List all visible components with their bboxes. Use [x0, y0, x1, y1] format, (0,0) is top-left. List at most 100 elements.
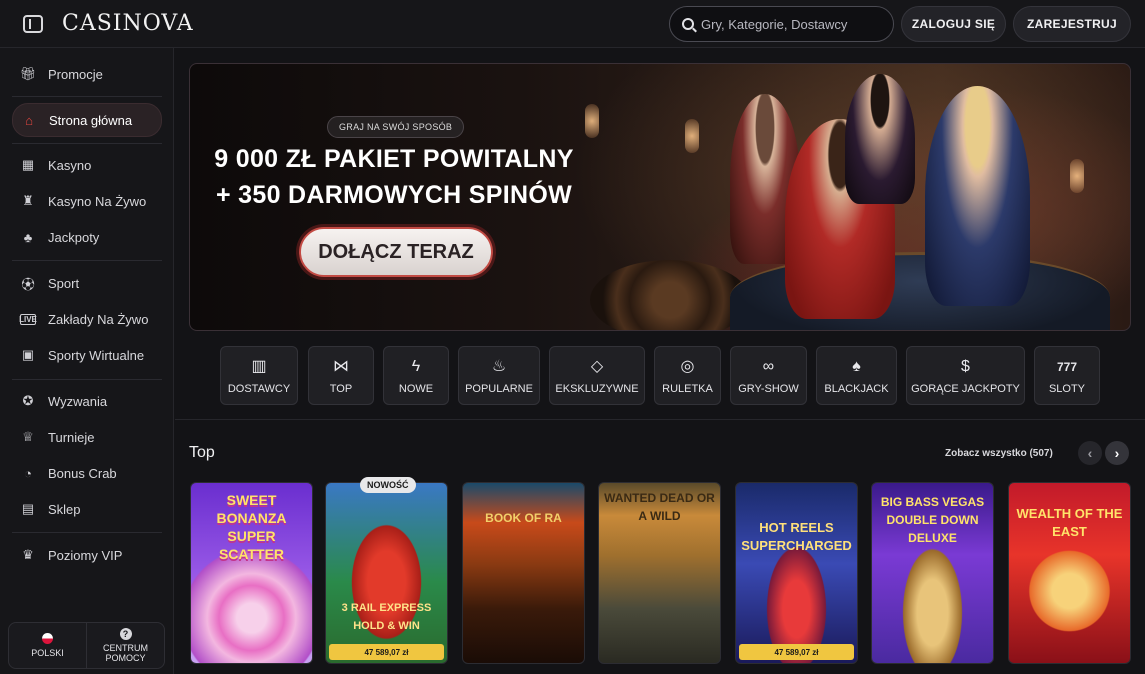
- register-button[interactable]: ZAREJESTRUJ: [1013, 6, 1131, 42]
- game-title: SWEET BONANZA SUPER SCATTER: [216, 492, 287, 562]
- sidebar-item-label: Sport: [48, 275, 80, 291]
- sidebar-divider: [12, 260, 162, 261]
- sidebar-item-label: Kasyno: [48, 157, 92, 173]
- game-tile-big-bass-vegas[interactable]: BIG BASS VEGAS DOUBLE DOWN DELUXE: [871, 482, 994, 664]
- game-tile-3-rail-express[interactable]: 3 RAIL EXPRESS HOLD & WIN 47 589,07 zł: [325, 482, 448, 664]
- game-title: WANTED DEAD OR A WILD: [604, 491, 715, 523]
- poland-flag-icon: [42, 633, 53, 644]
- sidebar-item-label: Sporty Wirtualne: [48, 347, 145, 363]
- sidebar-footer: POLSKI ? CENTRUM POMOCY: [8, 622, 165, 669]
- hero-title-line1: 9 000 ZŁ PAKIET POWITALNY: [214, 145, 574, 173]
- sidebar-item-kasyno-na-zywo[interactable]: ♜ Kasyno Na Żywo: [12, 184, 162, 218]
- sidebar-item-poziomy-vip[interactable]: ♛ Poziomy VIP: [12, 538, 162, 572]
- category-dostawcy[interactable]: ▥ DOSTAWCY: [220, 346, 298, 405]
- flame-icon: ♨: [491, 357, 507, 375]
- trophy-icon: ♕: [22, 429, 34, 444]
- category-label: BLACKJACK: [824, 382, 889, 395]
- slot-777-icon: 777: [1056, 359, 1078, 374]
- search-box[interactable]: [669, 6, 894, 42]
- category-label: DOSTAWCY: [227, 382, 291, 395]
- category-gry-show[interactable]: ∞ GRY-SHOW: [730, 346, 807, 405]
- promo-banner[interactable]: GRAJ NA SWÓJ SPOSÓB 9 000 ZŁ PAKIET POWI…: [189, 63, 1131, 331]
- help-center-button[interactable]: ? CENTRUM POMOCY: [87, 623, 164, 668]
- roulette-wheel-illustration: [590, 260, 750, 330]
- hero-tagline: GRAJ NA SWÓJ SPOSÓB: [327, 116, 465, 138]
- sidebar-item-sport[interactable]: ⚽︎ Sport: [12, 266, 162, 300]
- casinova-logo[interactable]: CASINOVA: [62, 11, 194, 36]
- category-ekskluzywne[interactable]: ◇ EKSKLUZYWNE: [549, 346, 645, 405]
- sidebar-item-label: Strona główna: [49, 112, 133, 128]
- category-nowe[interactable]: ϟ NOWE: [383, 346, 449, 405]
- sidebar-item-kasyno[interactable]: ▦ Kasyno: [12, 148, 162, 182]
- lamp-decoration: [685, 119, 699, 153]
- category-label: GRY-SHOW: [738, 382, 799, 395]
- language-label: POLSKI: [31, 648, 64, 658]
- new-badge: NOWOŚĆ: [360, 477, 416, 493]
- sidebar-item-promocje[interactable]: 🎁︎ Promocje: [12, 57, 162, 91]
- chevron-right-icon: ›: [1114, 445, 1120, 461]
- see-all-link[interactable]: Zobacz wszystko (507): [945, 448, 1053, 459]
- category-blackjack[interactable]: ♠ BLACKJACK: [816, 346, 897, 405]
- shop-icon: ▤: [21, 501, 35, 516]
- game-title: WEALTH OF THE EAST: [1016, 506, 1123, 539]
- sidebar-item-wyzwania[interactable]: ✪ Wyzwania: [12, 384, 162, 418]
- sidebar-item-label: Poziomy VIP: [48, 547, 123, 563]
- search-input[interactable]: [701, 16, 881, 32]
- category-popularne[interactable]: ♨ POPULARNE: [458, 346, 540, 405]
- sidebar-item-turnieje[interactable]: ♕ Turnieje: [12, 420, 162, 454]
- help-icon: ?: [119, 628, 132, 640]
- game-tile-sweet-bonanza[interactable]: SWEET BONANZA SUPER SCATTER: [190, 482, 313, 664]
- soccer-ball-icon: ⚽︎: [21, 276, 35, 292]
- carousel-next-button[interactable]: ›: [1105, 441, 1129, 465]
- sidebar-item-sporty-wirtualne[interactable]: ▣ Sporty Wirtualne: [12, 338, 162, 372]
- roulette-icon: ◎: [680, 357, 695, 375]
- live-dealer-icon: ♜: [22, 193, 34, 208]
- virtual-sport-icon: ▣: [21, 347, 35, 362]
- sidebar-item-label: Turnieje: [48, 429, 95, 445]
- game-tile-hot-reels[interactable]: HOT REELS SUPERCHARGED 47 589,07 zł: [735, 482, 858, 664]
- jackpot-amount: 47 589,07 zł: [329, 644, 444, 660]
- sidebar-item-label: Jackpoty: [48, 229, 100, 245]
- carousel-prev-button[interactable]: ‹: [1078, 441, 1102, 465]
- sidebar-item-label: Bonus Crab: [48, 465, 117, 481]
- hero-title: 9 000 ZŁ PAKIET POWITALNY + 350 DARMOWYC…: [214, 141, 574, 213]
- slot-machine-icon: ▦: [21, 157, 35, 172]
- category-gorace-jackpoty[interactable]: $ GORĄCE JACKPOTY: [906, 346, 1025, 405]
- casino-app: CASINOVA ZALOGUJ SIĘ ZAREJESTRUJ 🎁︎ Prom…: [0, 0, 1145, 674]
- sidebar-item-sklep[interactable]: ▤ Sklep: [12, 492, 162, 526]
- sidebar-item-label: Wyzwania: [48, 393, 108, 409]
- money-bag-icon: $: [961, 357, 970, 375]
- game-tile-book-of-ra[interactable]: BOOK OF RA: [462, 482, 585, 664]
- game-tile-wealth-of-the-east[interactable]: WEALTH OF THE EAST: [1008, 482, 1131, 664]
- jackpot-amount: 47 589,07 zł: [739, 644, 854, 660]
- category-label: GORĄCE JACKPOTY: [911, 382, 1020, 395]
- join-now-button[interactable]: DOŁĄCZ TERAZ: [299, 227, 493, 277]
- sidebar-divider: [12, 379, 162, 380]
- help-label-line1: CENTRUM: [103, 643, 148, 653]
- sidebar: 🎁︎ Promocje ⌂ Strona główna ▦ Kasyno ♜ K…: [0, 48, 174, 674]
- sidebar-item-jackpoty[interactable]: ♣ Jackpoty: [12, 220, 162, 254]
- sidebar-item-strona-glowna[interactable]: ⌂ Strona główna: [12, 103, 162, 137]
- home-icon: ⌂: [25, 112, 33, 128]
- section-title: Top: [189, 444, 215, 461]
- lamp-decoration: [1070, 159, 1084, 193]
- sidebar-toggle-icon[interactable]: [23, 14, 43, 33]
- game-title: HOT REELS SUPERCHARGED: [741, 520, 852, 553]
- category-sloty[interactable]: 777 SLOTY: [1034, 346, 1100, 405]
- login-button[interactable]: ZALOGUJ SIĘ: [901, 6, 1006, 42]
- sidebar-item-zaklady-na-zywo[interactable]: LIVE Zakłady Na Żywo: [12, 302, 162, 336]
- language-selector[interactable]: POLSKI: [9, 623, 87, 668]
- category-label: RULETKA: [662, 382, 713, 395]
- sidebar-item-bonus-crab[interactable]: ◔ Bonus Crab: [12, 456, 162, 490]
- lamp-decoration: [585, 104, 599, 138]
- category-ruletka[interactable]: ◎ RULETKA: [654, 346, 721, 405]
- section-divider: [175, 419, 1145, 420]
- search-icon: [682, 18, 694, 30]
- category-label: NOWE: [398, 382, 434, 395]
- category-top[interactable]: ⋈ TOP: [308, 346, 374, 405]
- category-label: EKSKLUZYWNE: [555, 382, 639, 395]
- claw-icon: ◔: [24, 465, 32, 481]
- sidebar-item-label: Kasyno Na Żywo: [48, 193, 147, 209]
- hero-title-line2: + 350 DARMOWYCH SPINÓW: [216, 181, 572, 209]
- game-tile-wanted-dead-or-a-wild[interactable]: WANTED DEAD OR A WILD: [598, 482, 721, 664]
